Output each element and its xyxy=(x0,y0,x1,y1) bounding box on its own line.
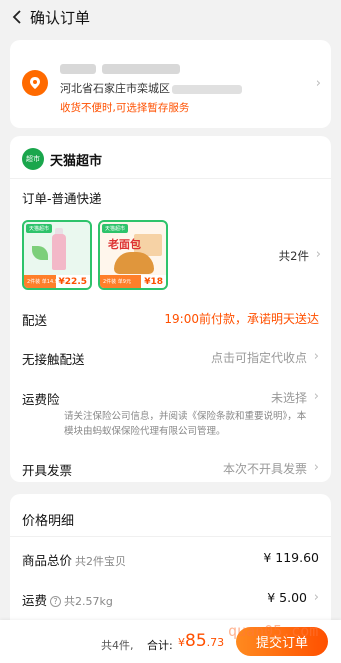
insurance-value: 未选择 xyxy=(270,391,307,405)
bottle-graphic xyxy=(52,234,66,270)
info-icon[interactable]: ? xyxy=(50,596,62,607)
product-tag: 天猫超市 xyxy=(102,224,129,233)
product-thumbnail[interactable]: 老面包 天猫超市 2件装 单9元 ¥18 xyxy=(98,220,168,290)
freight-label: 运费 xyxy=(22,593,48,608)
chevron-right-icon: › xyxy=(315,76,321,91)
contactless-value: 点击可指定代收点 xyxy=(210,351,307,365)
goods-total-row: 商品总价 共2件宝贝 ¥ 119.60 xyxy=(22,550,319,569)
product-thumbnail[interactable]: 天猫超市 2件装 单14.9元 ¥22.5 xyxy=(22,220,92,290)
chevron-right-icon: › xyxy=(313,460,319,475)
address-hint[interactable]: 收货不便时,可选择暂存服务 xyxy=(60,100,189,115)
goods-total-sub: 共2件宝贝 xyxy=(75,555,127,568)
shop-name: 天猫超市 xyxy=(50,153,103,169)
delivery-row: 配送 19:00前付款，承诺明天送达 xyxy=(22,310,319,329)
chevron-right-icon: › xyxy=(315,247,321,262)
product-tag: 天猫超市 xyxy=(26,224,53,233)
divider xyxy=(10,178,331,179)
contactless-row[interactable]: 无接触配送 点击可指定代收点 › xyxy=(22,349,319,368)
address-line: 河北省石家庄市栾城区 xyxy=(60,80,242,96)
total-amount: ¥85.73 xyxy=(178,631,225,651)
delivery-label: 配送 xyxy=(22,313,48,328)
watermark: quan05.com xyxy=(228,622,319,640)
price-detail-title: 价格明细 xyxy=(22,514,75,529)
invoice-row[interactable]: 开具发票 本次不开具发票 › xyxy=(22,460,319,479)
chevron-right-icon: › xyxy=(313,590,319,605)
freight-weight: 共2.57kg xyxy=(64,595,113,608)
total-label: 合计: xyxy=(147,639,173,652)
goods-total-label: 商品总价 xyxy=(22,553,73,568)
product-price: ¥18 xyxy=(141,275,166,288)
insurance-label: 运费险 xyxy=(22,392,60,407)
leaf-graphic xyxy=(32,246,48,260)
address-card[interactable]: 河北省石家庄市栾城区 收货不便时,可选择暂存服务 › xyxy=(10,40,331,128)
header: 确认订单 xyxy=(0,0,341,34)
invoice-label: 开具发票 xyxy=(22,463,73,478)
freight-value: ¥ 5.00 xyxy=(267,590,307,605)
product-price: ¥22.5 xyxy=(55,275,90,288)
total-item-count: 共4件, xyxy=(101,639,134,652)
invoice-value: 本次不开具发票 xyxy=(222,462,307,476)
tmall-supermarket-logo: 超市 xyxy=(22,148,44,170)
recipient-name-redacted xyxy=(60,58,190,74)
insurance-note[interactable]: 请关注保险公司信息，并阅读《保险条款和重要说明》，本模块由蚂蚁保保险代理有限公司… xyxy=(64,409,314,439)
page-title: 确认订单 xyxy=(30,8,91,27)
chevron-right-icon: › xyxy=(313,389,319,404)
bread-graphic xyxy=(114,252,154,274)
product-brand: 老面包 xyxy=(108,238,141,251)
delivery-promise: 19:00前付款，承诺明天送达 xyxy=(164,312,319,326)
shop-header[interactable]: 超市 天猫超市 xyxy=(22,148,102,170)
order-card: 超市 天猫超市 订单-普通快递 天猫超市 2件装 单14.9元 ¥22.5 老面… xyxy=(10,136,331,482)
contactless-label: 无接触配送 xyxy=(22,352,85,367)
shipping-insurance-row[interactable]: 运费险 未选择 › xyxy=(22,389,319,408)
item-count[interactable]: 共2件 xyxy=(279,248,309,264)
divider xyxy=(10,536,331,537)
freight-row[interactable]: 运费? 共2.57kg ¥ 5.00 › xyxy=(22,590,319,609)
location-pin-icon xyxy=(22,70,48,96)
chevron-right-icon: › xyxy=(313,349,319,364)
goods-total-value: ¥ 119.60 xyxy=(263,550,319,565)
back-arrow-icon[interactable] xyxy=(10,10,24,24)
shipping-type: 订单-普通快递 xyxy=(22,191,102,206)
